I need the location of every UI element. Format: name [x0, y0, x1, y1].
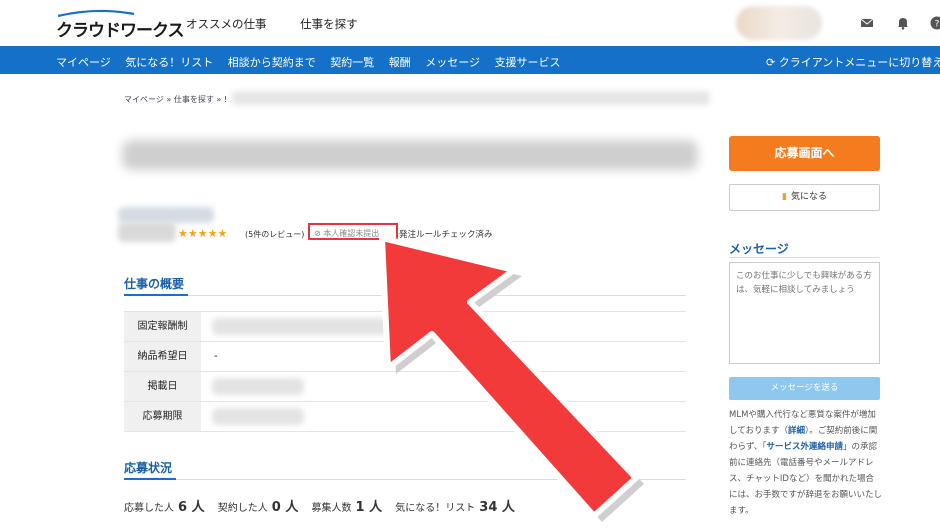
message-divider: [729, 257, 880, 258]
review-count[interactable]: (5件のレビュー): [245, 229, 304, 240]
table-value-cell: -: [214, 351, 218, 362]
notice-detail-link[interactable]: 詳細: [788, 426, 805, 436]
contracted-value: 0 人: [271, 500, 299, 515]
notice-external-contact-link[interactable]: サービス外連絡申請: [767, 442, 844, 452]
breadcrumb-separator: »: [166, 95, 172, 104]
site-logo[interactable]: クラウドワークス: [56, 16, 184, 41]
help-icon[interactable]: ?: [930, 16, 940, 30]
bookmark-icon: ▮: [782, 192, 787, 202]
send-message-button[interactable]: メッセージを送る: [729, 377, 880, 400]
nav-consult-contract[interactable]: 相談から契約まで: [228, 56, 316, 69]
breadcrumb-separator: »: [216, 95, 222, 104]
favorite-button[interactable]: ▮ 気になる: [729, 184, 880, 211]
favorite-label: 気になる: [790, 192, 827, 202]
job-title-redacted: [122, 140, 698, 170]
overview-accent: [124, 294, 188, 296]
nav-payments[interactable]: 報酬: [389, 56, 411, 69]
message-title: メッセージ: [729, 242, 789, 256]
table-header-cell: 応募期限: [124, 402, 201, 431]
client-menu-switch[interactable]: ⟳ クライアントメニューに切り替え: [766, 54, 940, 70]
nav-favorites[interactable]: 気になる！リスト: [125, 56, 213, 69]
main-nav: マイページ 気になる！リスト 相談から契約まで 契約一覧 報酬 メッセージ 支援…: [56, 54, 572, 70]
breadcrumb: マイページ » 仕事を探す » !: [124, 94, 227, 105]
breadcrumb-mypage[interactable]: マイページ: [124, 95, 164, 104]
table-header-cell: 掲載日: [124, 372, 201, 401]
applied-label: 応募した人: [124, 503, 174, 514]
nav-messages[interactable]: メッセージ: [425, 56, 480, 69]
annotation-arrow-icon: [379, 235, 644, 522]
nav-mypage[interactable]: マイページ: [56, 56, 111, 69]
client-switch-label: クライアントメニューに切り替え: [778, 56, 940, 69]
apply-button[interactable]: 応募画面へ: [729, 136, 880, 171]
rating-stars: ★★★★★: [178, 227, 228, 240]
message-input[interactable]: [729, 262, 880, 364]
contracted-label: 契約した人: [217, 503, 268, 514]
fraud-notice: MLMや購入代行など悪質な案件が増加しております（詳細）。ご契約前後に関わらず、…: [729, 407, 882, 519]
top-header: クラウドワークス オススメの仕事 仕事を探す ?: [0, 0, 940, 46]
refresh-icon: ⟳: [766, 56, 779, 69]
status-accent: [124, 478, 176, 480]
top-nav-recommended[interactable]: オススメの仕事: [186, 17, 267, 31]
breadcrumb-find-jobs[interactable]: 仕事を探す: [174, 95, 214, 104]
top-nav-find-jobs[interactable]: 仕事を探す: [300, 17, 358, 31]
status-title: 応募状況: [124, 461, 173, 475]
overview-title: 仕事の概要: [124, 277, 185, 291]
breadcrumb-redacted: [232, 91, 710, 105]
table-header-cell: 固定報酬制: [124, 312, 201, 341]
table-header-cell: 納品希望日: [124, 342, 201, 371]
nav-support[interactable]: 支援サービス: [495, 56, 561, 69]
avatar[interactable]: [736, 6, 822, 40]
value-redacted: [212, 378, 304, 395]
mail-icon[interactable]: [860, 16, 874, 30]
bell-icon[interactable]: [896, 16, 910, 30]
notice-text: 」の承認前に連絡先（電話番号やメールアドレス、チャットIDなど）を聞かれた場合に…: [729, 442, 883, 516]
top-nav: オススメの仕事 仕事を探す: [186, 16, 388, 32]
applied-value: 6 人: [178, 500, 205, 515]
value-redacted: [212, 408, 304, 425]
client-avatar-redacted: [118, 222, 176, 242]
nav-contracts[interactable]: 契約一覧: [330, 56, 374, 69]
svg-text:?: ?: [935, 20, 940, 30]
client-name-redacted[interactable]: [118, 207, 214, 223]
breadcrumb-current: !: [223, 95, 228, 104]
check-circle-icon: ⊘: [314, 229, 324, 238]
